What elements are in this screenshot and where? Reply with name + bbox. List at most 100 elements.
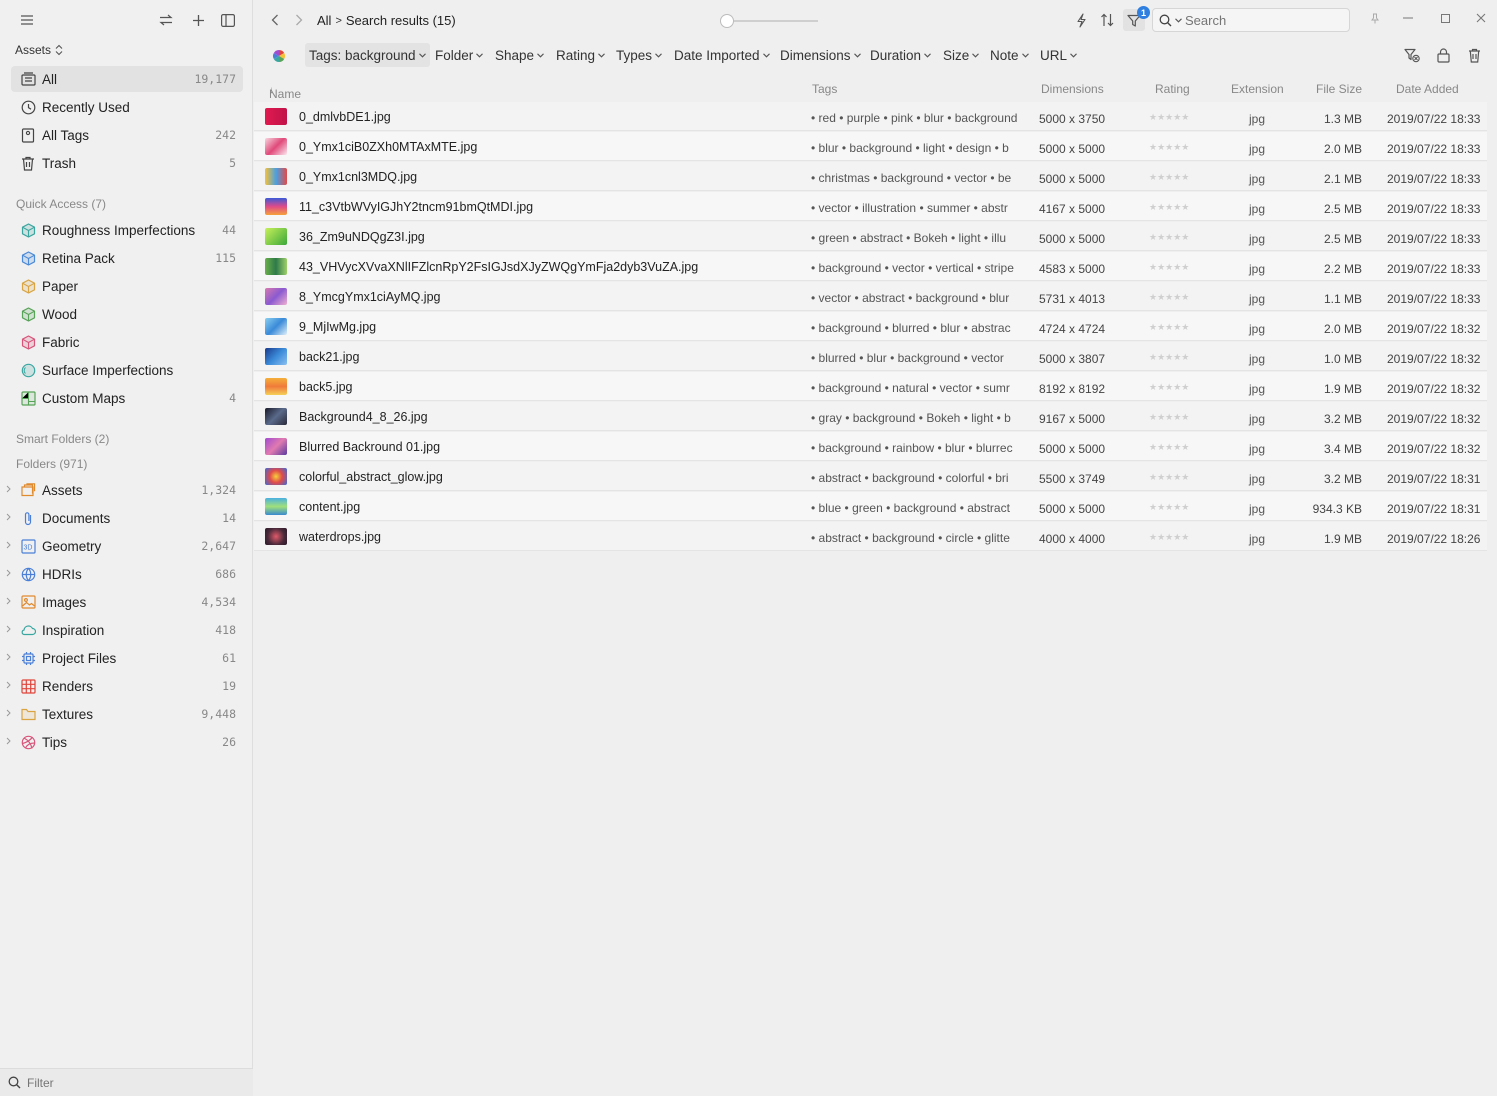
maximize-icon[interactable] bbox=[1435, 8, 1455, 28]
filter-shape[interactable]: Shape bbox=[491, 43, 548, 67]
expand-caret-icon[interactable] bbox=[6, 541, 14, 551]
sidebar-item-trash[interactable]: Trash 5 bbox=[11, 150, 243, 176]
expand-caret-icon[interactable] bbox=[6, 681, 14, 691]
quick-access-item-paper[interactable]: Paper bbox=[11, 273, 243, 299]
file-rating[interactable]: ★★★★★ bbox=[1149, 502, 1189, 513]
file-rating[interactable]: ★★★★★ bbox=[1149, 532, 1189, 543]
filter-tags-background[interactable]: Tags: background bbox=[305, 43, 430, 67]
quick-access-item-roughness-imperfections[interactable]: Roughness Imperfections 44 bbox=[11, 217, 243, 243]
add-icon[interactable] bbox=[187, 9, 209, 31]
folders-title[interactable]: Folders (971) bbox=[16, 457, 87, 471]
folder-item-textures[interactable]: Textures 9,448 bbox=[6, 701, 243, 727]
column-header-rating[interactable]: Rating bbox=[1155, 82, 1190, 96]
expand-caret-icon[interactable] bbox=[6, 737, 14, 747]
table-row[interactable]: waterdrops.jpg • abstract • background • … bbox=[254, 522, 1487, 551]
filter-rating[interactable]: Rating bbox=[552, 43, 609, 67]
expand-caret-icon[interactable] bbox=[6, 485, 14, 495]
filter-dimensions[interactable]: Dimensions bbox=[776, 43, 865, 67]
pin-icon[interactable] bbox=[1365, 8, 1385, 28]
folder-item-tips[interactable]: Tips 26 bbox=[6, 729, 243, 755]
toggle-sidebar-icon[interactable] bbox=[217, 9, 239, 31]
lightning-icon[interactable] bbox=[1070, 9, 1092, 31]
table-row[interactable]: 11_c3VtbWVyIGJhY2tncm91bmQtMDI.jpg • vect… bbox=[254, 192, 1487, 221]
expand-caret-icon[interactable] bbox=[6, 709, 14, 719]
table-row[interactable]: 9_MjIwMg.jpg • background • blurred • blu… bbox=[254, 312, 1487, 341]
expand-caret-icon[interactable] bbox=[6, 597, 14, 607]
sidebar-item-all[interactable]: All 19,177 bbox=[11, 66, 243, 92]
sidebar-item-all-tags[interactable]: All Tags 242 bbox=[11, 122, 243, 148]
table-row[interactable]: Background4_8_26.jpg • gray • background … bbox=[254, 402, 1487, 431]
table-row[interactable]: Blurred Backround 01.jpg • background • r… bbox=[254, 432, 1487, 461]
folder-item-hdris[interactable]: HDRIs 686 bbox=[6, 561, 243, 587]
sidebar-item-recently-used[interactable]: Recently Used bbox=[11, 94, 243, 120]
table-row[interactable]: 8_YmcgYmx1ciAyMQ.jpg • vector • abstract … bbox=[254, 282, 1487, 311]
hamburger-menu-icon[interactable] bbox=[16, 9, 38, 31]
expand-caret-icon[interactable] bbox=[6, 513, 14, 523]
thumbnail-size-slider[interactable] bbox=[720, 14, 820, 28]
back-button[interactable] bbox=[265, 10, 285, 30]
filter-note[interactable]: Note bbox=[986, 43, 1033, 67]
close-icon[interactable] bbox=[1471, 8, 1491, 28]
file-rating[interactable]: ★★★★★ bbox=[1149, 472, 1189, 483]
filter-date-imported[interactable]: Date Imported bbox=[670, 43, 774, 67]
file-rating[interactable]: ★★★★★ bbox=[1149, 172, 1189, 183]
folder-item-assets[interactable]: Assets 1,324 bbox=[6, 477, 243, 503]
color-filter-icon[interactable] bbox=[268, 45, 290, 67]
file-rating[interactable]: ★★★★★ bbox=[1149, 412, 1189, 423]
table-row[interactable]: back21.jpg • blurred • blur • background … bbox=[254, 342, 1487, 371]
chevron-down-icon[interactable] bbox=[1175, 17, 1182, 23]
column-header-date-added[interactable]: Date Added bbox=[1396, 82, 1459, 96]
folder-item-geometry[interactable]: 3D Geometry 2,647 bbox=[6, 533, 243, 559]
table-row[interactable]: colorful_abstract_glow.jpg • abstract • b… bbox=[254, 462, 1487, 491]
file-rating[interactable]: ★★★★★ bbox=[1149, 112, 1189, 123]
quick-access-item-custom-maps[interactable]: Custom Maps 4 bbox=[11, 385, 243, 411]
search-box[interactable] bbox=[1152, 8, 1350, 32]
folder-item-renders[interactable]: Renders 19 bbox=[6, 673, 243, 699]
clear-filter-icon[interactable] bbox=[1401, 44, 1423, 66]
file-rating[interactable]: ★★★★★ bbox=[1149, 232, 1189, 243]
quick-access-item-fabric[interactable]: Fabric bbox=[11, 329, 243, 355]
quick-access-item-wood[interactable]: Wood bbox=[11, 301, 243, 327]
file-rating[interactable]: ★★★★★ bbox=[1149, 262, 1189, 273]
table-row[interactable]: content.jpg • blue • green • background •… bbox=[254, 492, 1487, 521]
file-rating[interactable]: ★★★★★ bbox=[1149, 322, 1189, 333]
table-row[interactable]: 43_VHVycXVvaXNlIFZlcnRpY2FsIGJsdXJyZWQgY… bbox=[254, 252, 1487, 281]
filter-types[interactable]: Types bbox=[612, 43, 666, 67]
forward-button[interactable] bbox=[289, 10, 309, 30]
table-row[interactable]: 0_Ymx1ciB0ZXh0MTAxMTE.jpg • blur • backgr… bbox=[254, 132, 1487, 161]
filter-size[interactable]: Size bbox=[939, 43, 983, 67]
trash-icon[interactable] bbox=[1463, 44, 1485, 66]
file-rating[interactable]: ★★★★★ bbox=[1149, 442, 1189, 453]
minimize-icon[interactable] bbox=[1398, 8, 1418, 28]
smart-folders-title[interactable]: Smart Folders (2) bbox=[16, 432, 109, 446]
table-row[interactable]: 0_Ymx1cnl3MDQ.jpg • christmas • backgroun… bbox=[254, 162, 1487, 191]
file-rating[interactable]: ★★★★★ bbox=[1149, 352, 1189, 363]
table-row[interactable]: 36_Zm9uNDQgZ3I.jpg • green • abstract • B… bbox=[254, 222, 1487, 251]
expand-caret-icon[interactable] bbox=[6, 625, 14, 635]
breadcrumb-root[interactable]: All bbox=[317, 13, 331, 28]
search-input[interactable] bbox=[1185, 12, 1335, 28]
filter-input[interactable] bbox=[27, 1075, 227, 1090]
quick-access-title[interactable]: Quick Access (7) bbox=[16, 197, 106, 211]
slider-knob[interactable] bbox=[720, 14, 734, 28]
file-rating[interactable]: ★★★★★ bbox=[1149, 202, 1189, 213]
folder-item-inspiration[interactable]: Inspiration 418 bbox=[6, 617, 243, 643]
quick-access-item-retina-pack[interactable]: Retina Pack 115 bbox=[11, 245, 243, 271]
filter-url[interactable]: URL bbox=[1036, 43, 1081, 67]
sort-icon[interactable] bbox=[1096, 9, 1118, 31]
folder-item-documents[interactable]: Documents 14 bbox=[6, 505, 243, 531]
expand-caret-icon[interactable] bbox=[6, 569, 14, 579]
file-rating[interactable]: ★★★★★ bbox=[1149, 292, 1189, 303]
column-header-extension[interactable]: Extension bbox=[1231, 82, 1284, 96]
quick-access-item-surface-imperfections[interactable]: Surface Imperfections bbox=[11, 357, 243, 383]
folder-item-images[interactable]: Images 4,534 bbox=[6, 589, 243, 615]
filter-duration[interactable]: Duration bbox=[866, 43, 935, 67]
table-row[interactable]: 0_dmlvbDE1.jpg • red • purple • pink • bl… bbox=[254, 102, 1487, 131]
column-header-name[interactable]: Name ↓ bbox=[269, 82, 301, 101]
file-rating[interactable]: ★★★★★ bbox=[1149, 382, 1189, 393]
filter-folder[interactable]: Folder bbox=[431, 43, 487, 67]
table-row[interactable]: back5.jpg • background • natural • vector… bbox=[254, 372, 1487, 401]
expand-caret-icon[interactable] bbox=[6, 653, 14, 663]
column-header-dimensions[interactable]: Dimensions bbox=[1041, 82, 1104, 96]
library-switcher[interactable]: Assets bbox=[15, 43, 63, 57]
